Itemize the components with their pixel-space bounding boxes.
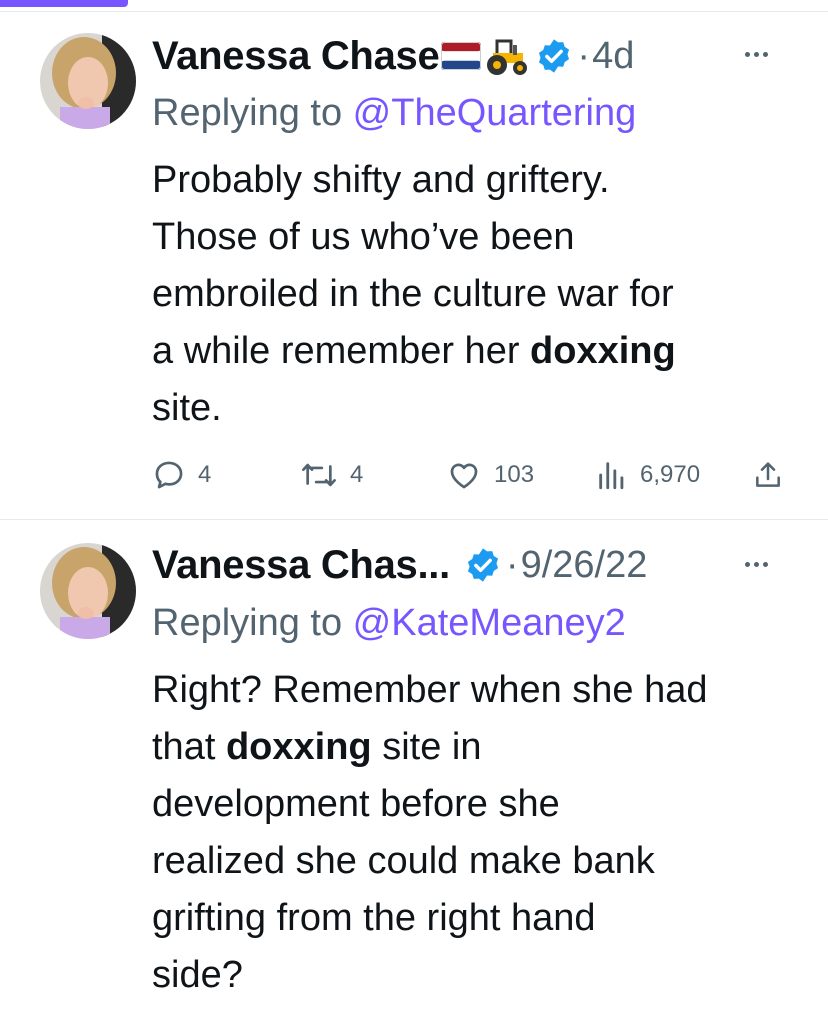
tweet-text-line: Right? Remember when she had <box>152 669 708 711</box>
tweet-text-line: Probably shifty and griftery. <box>152 159 610 201</box>
reply-handle-link[interactable]: @TheQuartering <box>353 92 637 134</box>
reply-handle-link[interactable]: @KateMeaney2 <box>353 602 626 644</box>
tweet-text-line: development before she <box>152 783 560 825</box>
share-button[interactable] <box>752 458 784 492</box>
tweet-text-line: that doxxing site in <box>152 719 792 776</box>
avatar[interactable] <box>40 33 136 129</box>
analytics-icon <box>599 462 624 490</box>
tweet-text-line: grifting from the right hand <box>152 897 596 939</box>
reply-icon <box>155 461 183 489</box>
retweet-icon <box>302 463 336 487</box>
like-count: 103 <box>494 461 535 488</box>
tweet-header: Vanessa Chas... · 9/26/22 <box>152 540 647 590</box>
more-options-icon[interactable] <box>745 52 768 57</box>
views-button[interactable]: 6,970 <box>596 458 700 492</box>
action-bar: 4 4 103 6,970 <box>0 458 828 498</box>
more-options-icon[interactable] <box>745 562 768 567</box>
tweet-text-line: side? <box>152 954 243 996</box>
reply-count: 4 <box>198 461 212 488</box>
verified-badge-icon[interactable] <box>464 546 502 584</box>
reply-prefix: Replying to <box>152 602 353 644</box>
text-segment: a while remember her <box>152 330 531 372</box>
timestamp[interactable]: 4d <box>592 35 634 78</box>
tweet-text-line: realized she could make bank <box>152 840 655 882</box>
tweet-text: Right? Remember when she had that doxxin… <box>152 662 792 1004</box>
active-tab-indicator <box>0 0 128 7</box>
bold-text: doxxing <box>530 330 676 372</box>
separator-dot: · <box>505 543 519 586</box>
timestamp[interactable]: 9/26/22 <box>521 544 648 587</box>
text-segment: that <box>152 726 226 768</box>
top-bar <box>0 0 828 12</box>
tweet[interactable]: Vanessa Chase · 4d Replying to @TheQuart… <box>0 12 828 519</box>
reply-context: Replying to @TheQuartering <box>152 92 636 135</box>
tweet-header: Vanessa Chase · 4d <box>152 31 634 81</box>
reply-prefix: Replying to <box>152 92 353 134</box>
verified-badge-icon[interactable] <box>535 37 573 75</box>
view-count: 6,970 <box>640 461 701 488</box>
netherlands-flag-icon <box>441 42 482 70</box>
tweet-text-line: a while remember her doxxing <box>152 323 792 380</box>
author-name[interactable]: Vanessa Chas... <box>152 543 450 588</box>
reply-context: Replying to @KateMeaney2 <box>152 602 626 645</box>
tweet-text-line: site. <box>152 387 222 429</box>
heart-icon <box>450 463 478 489</box>
reply-button[interactable]: 4 <box>152 458 211 492</box>
tweet-text-line: embroiled in the culture war for <box>152 273 674 315</box>
tractor-icon <box>483 35 529 77</box>
share-icon <box>756 462 780 487</box>
retweet-button[interactable]: 4 <box>300 458 363 492</box>
tweet-text: Probably shifty and griftery. Those of u… <box>152 152 792 437</box>
separator-dot: · <box>577 34 591 77</box>
text-segment: site in <box>371 726 482 768</box>
avatar[interactable] <box>40 543 136 639</box>
like-button[interactable]: 103 <box>446 458 534 492</box>
bold-text: doxxing <box>225 726 372 768</box>
author-name[interactable]: Vanessa Chase <box>152 34 440 79</box>
tweet-text-line: Those of us who’ve been <box>152 216 575 258</box>
tweet-divider <box>0 519 828 520</box>
retweet-count: 4 <box>350 461 364 488</box>
